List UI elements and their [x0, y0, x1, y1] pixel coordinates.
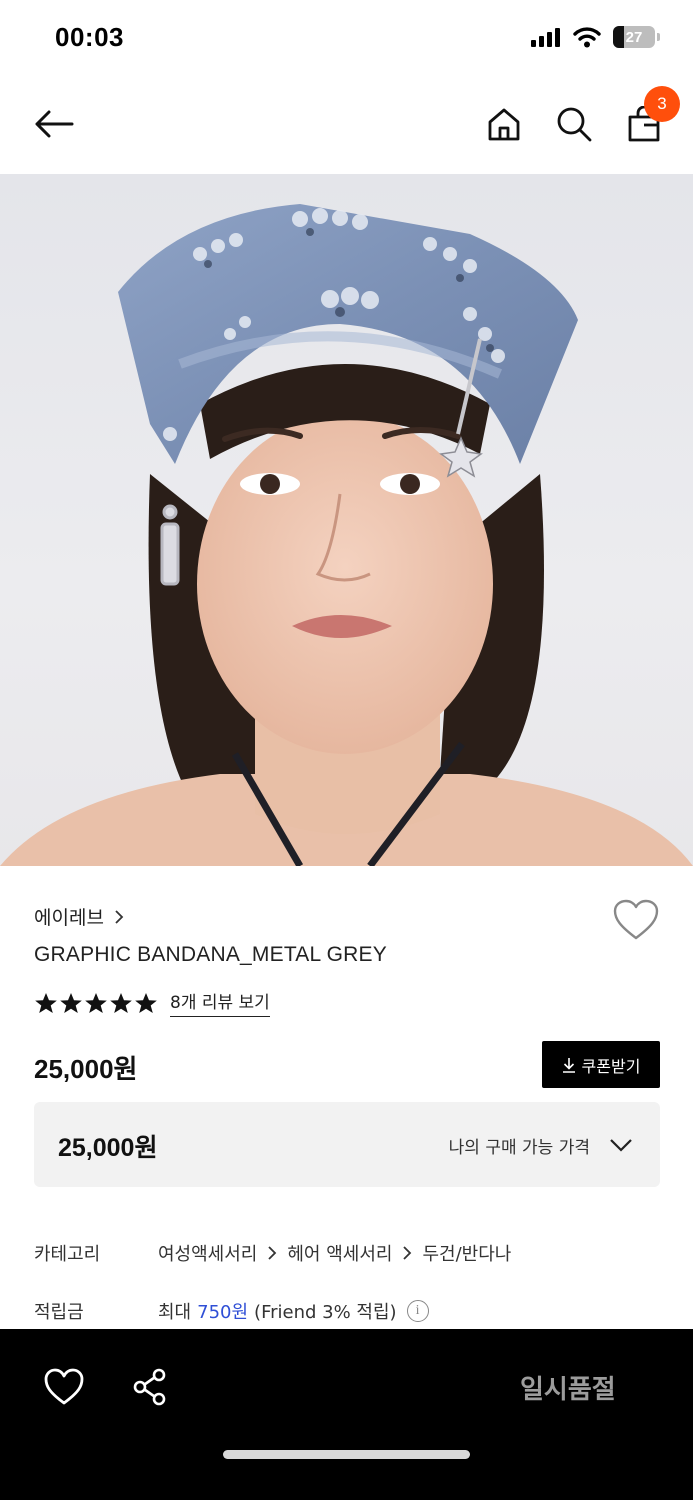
- battery-icon: 27: [613, 26, 660, 48]
- my-price-value: 25,000원: [58, 1134, 158, 1162]
- cart-button[interactable]: 3: [616, 86, 680, 152]
- search-button[interactable]: [546, 96, 602, 152]
- brand-name: 에이레브: [34, 907, 104, 929]
- points-row: 적립금 최대 750원 (Friend 3% 적립) i: [34, 1298, 429, 1324]
- wifi-icon: [573, 27, 601, 48]
- coupon-download-button[interactable]: 쿠폰받기: [542, 1041, 660, 1088]
- points-prefix: 최대: [158, 1302, 192, 1323]
- category-breadcrumb: 여성액세서리 헤어 액세서리 두건/반다나: [158, 1240, 511, 1266]
- wishlist-button[interactable]: [612, 898, 660, 942]
- chevron-right-icon: [268, 1246, 277, 1260]
- heart-icon: [44, 1368, 84, 1405]
- star-icon: [35, 992, 57, 1013]
- share-button[interactable]: [126, 1365, 174, 1409]
- home-indicator[interactable]: [223, 1450, 470, 1459]
- bottom-wishlist-button[interactable]: [40, 1365, 88, 1409]
- battery-fill: [613, 26, 625, 48]
- product-price: 25,000원: [34, 1054, 138, 1084]
- product-image[interactable]: [0, 174, 693, 866]
- category-label: 카테고리: [34, 1244, 101, 1265]
- status-bar: 00:03 27: [0, 0, 693, 76]
- chevron-right-icon: [115, 909, 124, 924]
- star-icon: [135, 992, 157, 1013]
- download-icon: [562, 1057, 575, 1073]
- home-button[interactable]: [476, 96, 532, 152]
- cellular-signal-icon: [531, 28, 560, 47]
- points-suffix: (Friend 3% 적립): [254, 1302, 397, 1323]
- brand-link[interactable]: 에이레브: [34, 903, 124, 930]
- top-nav-bar: 3: [0, 76, 693, 174]
- chevron-down-icon: [610, 1139, 632, 1152]
- category-level-3[interactable]: 두건/반다나: [422, 1240, 511, 1266]
- coupon-label: 쿠폰받기: [581, 1056, 641, 1076]
- status-icons: 27: [531, 26, 660, 48]
- info-icon[interactable]: i: [406, 1300, 429, 1322]
- status-time: 00:03: [55, 22, 124, 52]
- points-amount: 750원: [197, 1302, 249, 1323]
- chevron-right-icon: [403, 1246, 412, 1260]
- my-price-box[interactable]: 25,000원 나의 구매 가능 가격: [34, 1102, 660, 1187]
- review-link[interactable]: 8개 리뷰 보기: [170, 988, 270, 1017]
- points-label: 적립금: [34, 1302, 84, 1323]
- rating-row: 8개 리뷰 보기: [34, 988, 270, 1017]
- category-level-1[interactable]: 여성액세서리: [158, 1240, 257, 1266]
- heart-icon: [613, 899, 659, 940]
- arrow-left-icon: [35, 110, 74, 138]
- my-price-label: 나의 구매 가능 가격: [448, 1138, 590, 1158]
- category-level-2[interactable]: 헤어 액세서리: [287, 1240, 392, 1266]
- back-button[interactable]: [26, 96, 82, 152]
- product-photo-illustration: [0, 204, 693, 866]
- battery-cap: [657, 33, 660, 41]
- battery-level: 27: [625, 28, 643, 46]
- star-icon: [60, 992, 82, 1013]
- star-icon: [110, 992, 132, 1013]
- cart-count-badge: 3: [644, 86, 680, 122]
- star-icon: [85, 992, 107, 1013]
- rating-stars: [34, 992, 158, 1014]
- soldout-button[interactable]: 일시품절: [520, 1369, 616, 1406]
- search-icon: [557, 107, 592, 142]
- share-icon: [133, 1368, 166, 1406]
- product-name: GRAPHIC BANDANA_METAL GREY: [34, 943, 387, 966]
- bottom-action-bar: 일시품절: [0, 1329, 693, 1500]
- points-value: 최대 750원 (Friend 3% 적립) i: [158, 1298, 429, 1324]
- category-row: 카테고리 여성액세서리 헤어 액세서리 두건/반다나: [34, 1240, 511, 1266]
- home-icon: [488, 108, 520, 141]
